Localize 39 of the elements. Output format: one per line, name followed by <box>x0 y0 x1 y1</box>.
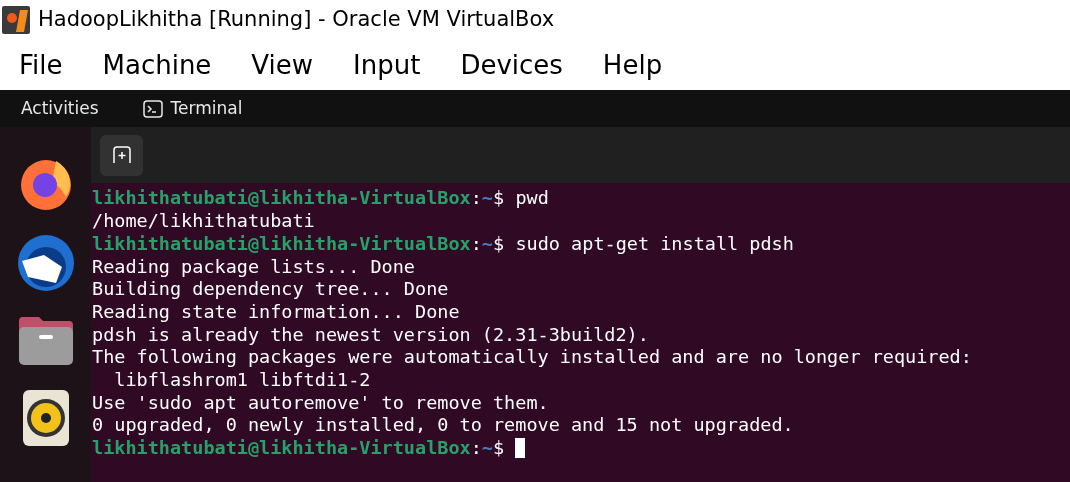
output-line: Reading package lists... Done <box>92 254 415 279</box>
window-title: HadoopLikhitha [Running] - Oracle VM VirtualBox <box>38 6 555 34</box>
output-line: 0 upgraded, 0 newly installed, 0 to remove and 15 not upgraded. <box>92 413 794 438</box>
output-line: Building dependency tree... Done <box>92 277 449 302</box>
prompt-separator: : <box>470 436 482 461</box>
command-text: pwd <box>515 186 549 211</box>
app-logo-icon <box>2 6 30 34</box>
terminal-icon <box>142 99 163 118</box>
new-tab-icon <box>111 146 132 164</box>
text-cursor <box>515 437 526 458</box>
menu-item[interactable]: File <box>19 45 63 85</box>
prompt-path: ~ <box>481 231 493 256</box>
prompt-user: likhithatubati@likhitha-VirtualBox <box>92 186 471 211</box>
command-text: sudo apt-get install pdsh <box>515 231 794 256</box>
speaker-icon[interactable] <box>21 389 70 447</box>
output-line: The following packages were automatically installed and are no longer required: <box>92 345 972 370</box>
menu-item[interactable]: View <box>251 45 314 85</box>
prompt-path: ~ <box>481 186 493 211</box>
output-line: pdsh is already the newest version (2.31-3build2). <box>92 322 649 347</box>
menu-item[interactable]: Devices <box>460 45 563 85</box>
output-line: /home/likhithatubati <box>92 209 315 234</box>
prompt-separator: : <box>470 231 482 256</box>
app-name: Terminal <box>170 96 243 120</box>
prompt-symbol: $ <box>493 186 505 211</box>
new-tab-button[interactable] <box>100 134 143 176</box>
activities-button[interactable]: Activities <box>21 95 99 122</box>
prompt-symbol: $ <box>493 436 505 461</box>
prompt-user: likhithatubati@likhitha-VirtualBox <box>92 231 471 256</box>
prompt-user: likhithatubati@likhitha-VirtualBox <box>92 436 471 461</box>
menu-item[interactable]: Input <box>353 45 421 85</box>
output-line: Reading state information... Done <box>92 299 460 324</box>
output-line: libflashrom1 libftdi1-2 <box>113 367 371 392</box>
output-line: Use 'sudo apt autoremove' to remove them. <box>92 390 549 415</box>
prompt-separator: : <box>470 186 482 211</box>
prompt-symbol: $ <box>493 231 505 256</box>
folder-icon[interactable] <box>16 315 75 367</box>
menu-item[interactable]: Machine <box>102 45 212 85</box>
menu-item[interactable]: Help <box>602 45 663 85</box>
prompt-path: ~ <box>481 436 493 461</box>
